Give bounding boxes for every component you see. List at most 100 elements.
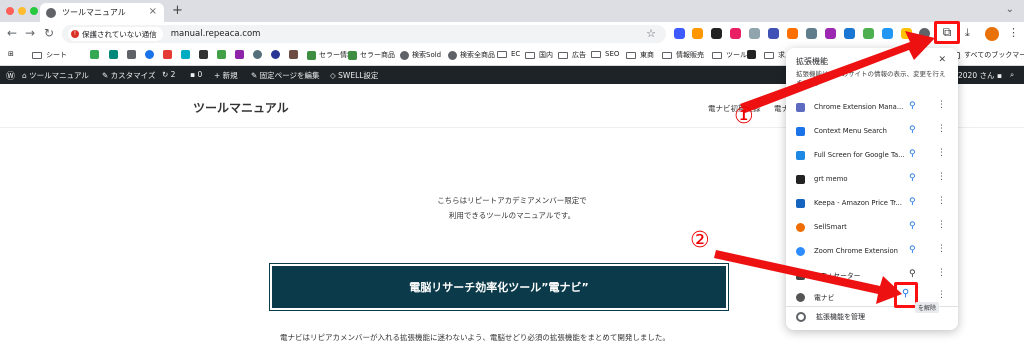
extension-row[interactable]: メモ+セーター ⚲ ⋮ [796, 266, 952, 284]
browser-tab[interactable]: ツールマニュアル × [40, 3, 164, 22]
address-bar[interactable]: ! 保護されていない通信 manual.repeaca.com ☆ [62, 25, 666, 43]
bookmark-icon-only[interactable] [271, 50, 283, 59]
more-options-icon[interactable]: ⋮ [937, 220, 946, 230]
search-icon[interactable]: ⌕ [1010, 70, 1014, 80]
bookmark-icon-only[interactable] [235, 50, 247, 59]
download-icon[interactable]: ⤓ [965, 26, 970, 40]
bookmark-link[interactable]: セラー商品 [348, 50, 395, 60]
extension-icon[interactable] [768, 28, 779, 39]
bookmark-link[interactable] [747, 50, 759, 59]
more-options-icon[interactable]: ⋮ [937, 124, 946, 134]
extension-row[interactable]: Context Menu Search ⚲ ⋮ [796, 122, 952, 140]
wordpress-logo-icon[interactable]: Ⓦ [6, 69, 15, 82]
pin-icon[interactable]: ⚲ [909, 149, 916, 159]
extension-icon[interactable] [882, 28, 893, 39]
forward-icon[interactable]: → [25, 26, 35, 40]
bookmark-icon-only[interactable] [181, 50, 193, 59]
extension-icon[interactable] [787, 28, 798, 39]
bookmark-link[interactable]: セラー情報 [307, 50, 354, 60]
site-title[interactable]: ツールマニュアル [193, 99, 289, 116]
bookmark-link[interactable]: 検索Sold [400, 50, 441, 60]
extension-icon[interactable] [730, 28, 741, 39]
bookmark-icon-only[interactable] [109, 50, 121, 59]
new-tab-button[interactable]: + [172, 3, 183, 18]
extension-row[interactable]: grt memo ⚲ ⋮ [796, 170, 952, 188]
wp-new-link[interactable]: + 新規 [214, 70, 238, 81]
extension-name: Zoom Chrome Extension [814, 247, 898, 255]
bookmark-icon-only[interactable] [217, 50, 229, 59]
bookmark-icon-only[interactable] [163, 50, 175, 59]
chevron-down-icon[interactable]: ⌄ [1006, 4, 1014, 15]
bookmark-folder[interactable]: 広告 [558, 50, 586, 60]
wp-edit-page-link[interactable]: ✎ 固定ページを編集 [251, 70, 320, 81]
more-options-icon[interactable]: ⋮ [937, 172, 946, 182]
bookmark-folder[interactable]: シート [32, 50, 67, 60]
bookmark-star-icon[interactable]: ☆ [646, 27, 656, 40]
extension-icon[interactable] [844, 28, 855, 39]
extensions-puzzle-icon[interactable]: ⧉ [934, 21, 960, 44]
bookmark-folder[interactable]: EC [497, 50, 520, 58]
extension-icon[interactable] [919, 28, 930, 39]
extension-icon[interactable] [692, 28, 703, 39]
manage-extensions-link[interactable]: 拡張機能を管理 [796, 312, 865, 322]
bookmark-icon-only[interactable] [199, 50, 211, 59]
extension-icon[interactable] [825, 28, 836, 39]
more-options-icon[interactable]: ⋮ [937, 100, 946, 110]
menu-icon[interactable]: ⋮ [1008, 26, 1019, 39]
extension-row[interactable]: Keepa - Amazon Price Tr... ⚲ ⋮ [796, 194, 952, 212]
pin-icon[interactable]: ⚲ [909, 173, 916, 183]
close-tab-icon[interactable]: × [149, 6, 157, 17]
back-icon[interactable]: ← [7, 26, 17, 40]
extension-icon[interactable] [711, 28, 722, 39]
security-warning-chip[interactable]: ! 保護されていない通信 [68, 27, 163, 41]
extension-icon[interactable] [806, 28, 817, 39]
wp-customize-link[interactable]: ✎ カスタマイズ [102, 70, 155, 81]
profile-avatar[interactable] [985, 27, 999, 41]
bookmark-folder[interactable]: ツール [712, 50, 747, 60]
pin-icon[interactable]: ⚲ [909, 197, 916, 207]
bookmark-icon-only[interactable] [145, 50, 157, 59]
reload-icon[interactable]: ↻ [44, 26, 54, 40]
extension-row[interactable]: Chrome Extension Mana... ⚲ ⋮ [796, 98, 952, 116]
bookmark-link[interactable]: 検索全商品 [448, 50, 495, 60]
bookmark-icon-only[interactable] [90, 50, 102, 59]
pin-icon[interactable]: ⚲ [909, 245, 916, 255]
bookmark-icon-only[interactable] [253, 50, 265, 59]
close-icon[interactable]: ✕ [938, 55, 946, 65]
more-options-icon[interactable]: ⋮ [937, 196, 946, 206]
wp-user-link[interactable]: 2020 さん ▪ [958, 70, 1002, 81]
pin-icon[interactable]: ⚲ [909, 221, 916, 231]
extension-row[interactable]: Full Screen for Google Ta... ⚲ ⋮ [796, 146, 952, 164]
wp-swell-link[interactable]: ◇ SWELL設定 [330, 70, 378, 81]
pin-icon[interactable]: ⚲ [909, 101, 916, 111]
bookmark-icon-only[interactable] [289, 50, 301, 59]
bookmark-icon-only[interactable] [127, 50, 139, 59]
url-text[interactable]: manual.repeaca.com [171, 29, 261, 39]
close-window-button[interactable] [6, 7, 14, 15]
wp-comments-link[interactable]: ▪ 0 [190, 70, 202, 79]
extension-icon[interactable] [674, 28, 685, 39]
wp-updates-link[interactable]: ↻ 2 [162, 70, 175, 79]
maximize-window-button[interactable] [30, 7, 38, 15]
pin-icon[interactable]: ⚲ [909, 269, 916, 279]
more-options-icon[interactable]: ⋮ [937, 290, 946, 300]
more-options-icon[interactable]: ⋮ [937, 244, 946, 254]
extension-row[interactable]: SellSmart ⚲ ⋮ [796, 218, 952, 236]
extension-icon[interactable] [749, 28, 760, 39]
apps-grid-icon[interactable]: ⊞ [8, 50, 14, 58]
pin-icon[interactable]: ⚲ [909, 125, 916, 135]
more-options-icon[interactable]: ⋮ [937, 268, 946, 278]
folder-icon [525, 51, 535, 59]
minimize-window-button[interactable] [18, 7, 26, 15]
bookmark-folder[interactable]: 情報販売 [662, 50, 704, 60]
bookmark-folder[interactable]: SEO [591, 50, 619, 58]
extension-row[interactable]: Zoom Chrome Extension ⚲ ⋮ [796, 242, 952, 260]
extension-icon[interactable] [901, 28, 912, 39]
extension-favicon [796, 292, 805, 302]
bookmark-folder[interactable]: 国内 [525, 50, 553, 60]
bookmark-folder[interactable]: 東商 [626, 50, 654, 60]
wp-site-link[interactable]: ⌂ ツールマニュアル [22, 70, 89, 81]
extension-icon[interactable] [863, 28, 874, 39]
bookmark-folder[interactable]: すべてのブックマーク [950, 50, 1024, 60]
more-options-icon[interactable]: ⋮ [937, 148, 946, 158]
